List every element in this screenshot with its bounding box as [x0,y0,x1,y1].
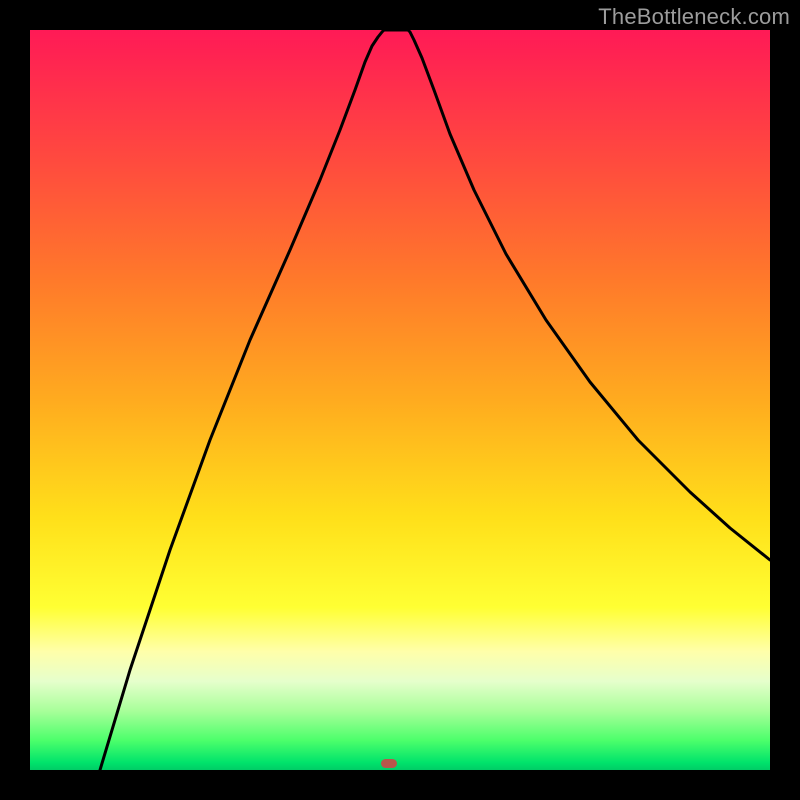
chart-frame: TheBottleneck.com [0,0,800,800]
watermark-text: TheBottleneck.com [598,4,790,30]
min-marker [381,759,397,768]
plot-area [30,30,770,770]
bottleneck-curve [30,30,770,770]
